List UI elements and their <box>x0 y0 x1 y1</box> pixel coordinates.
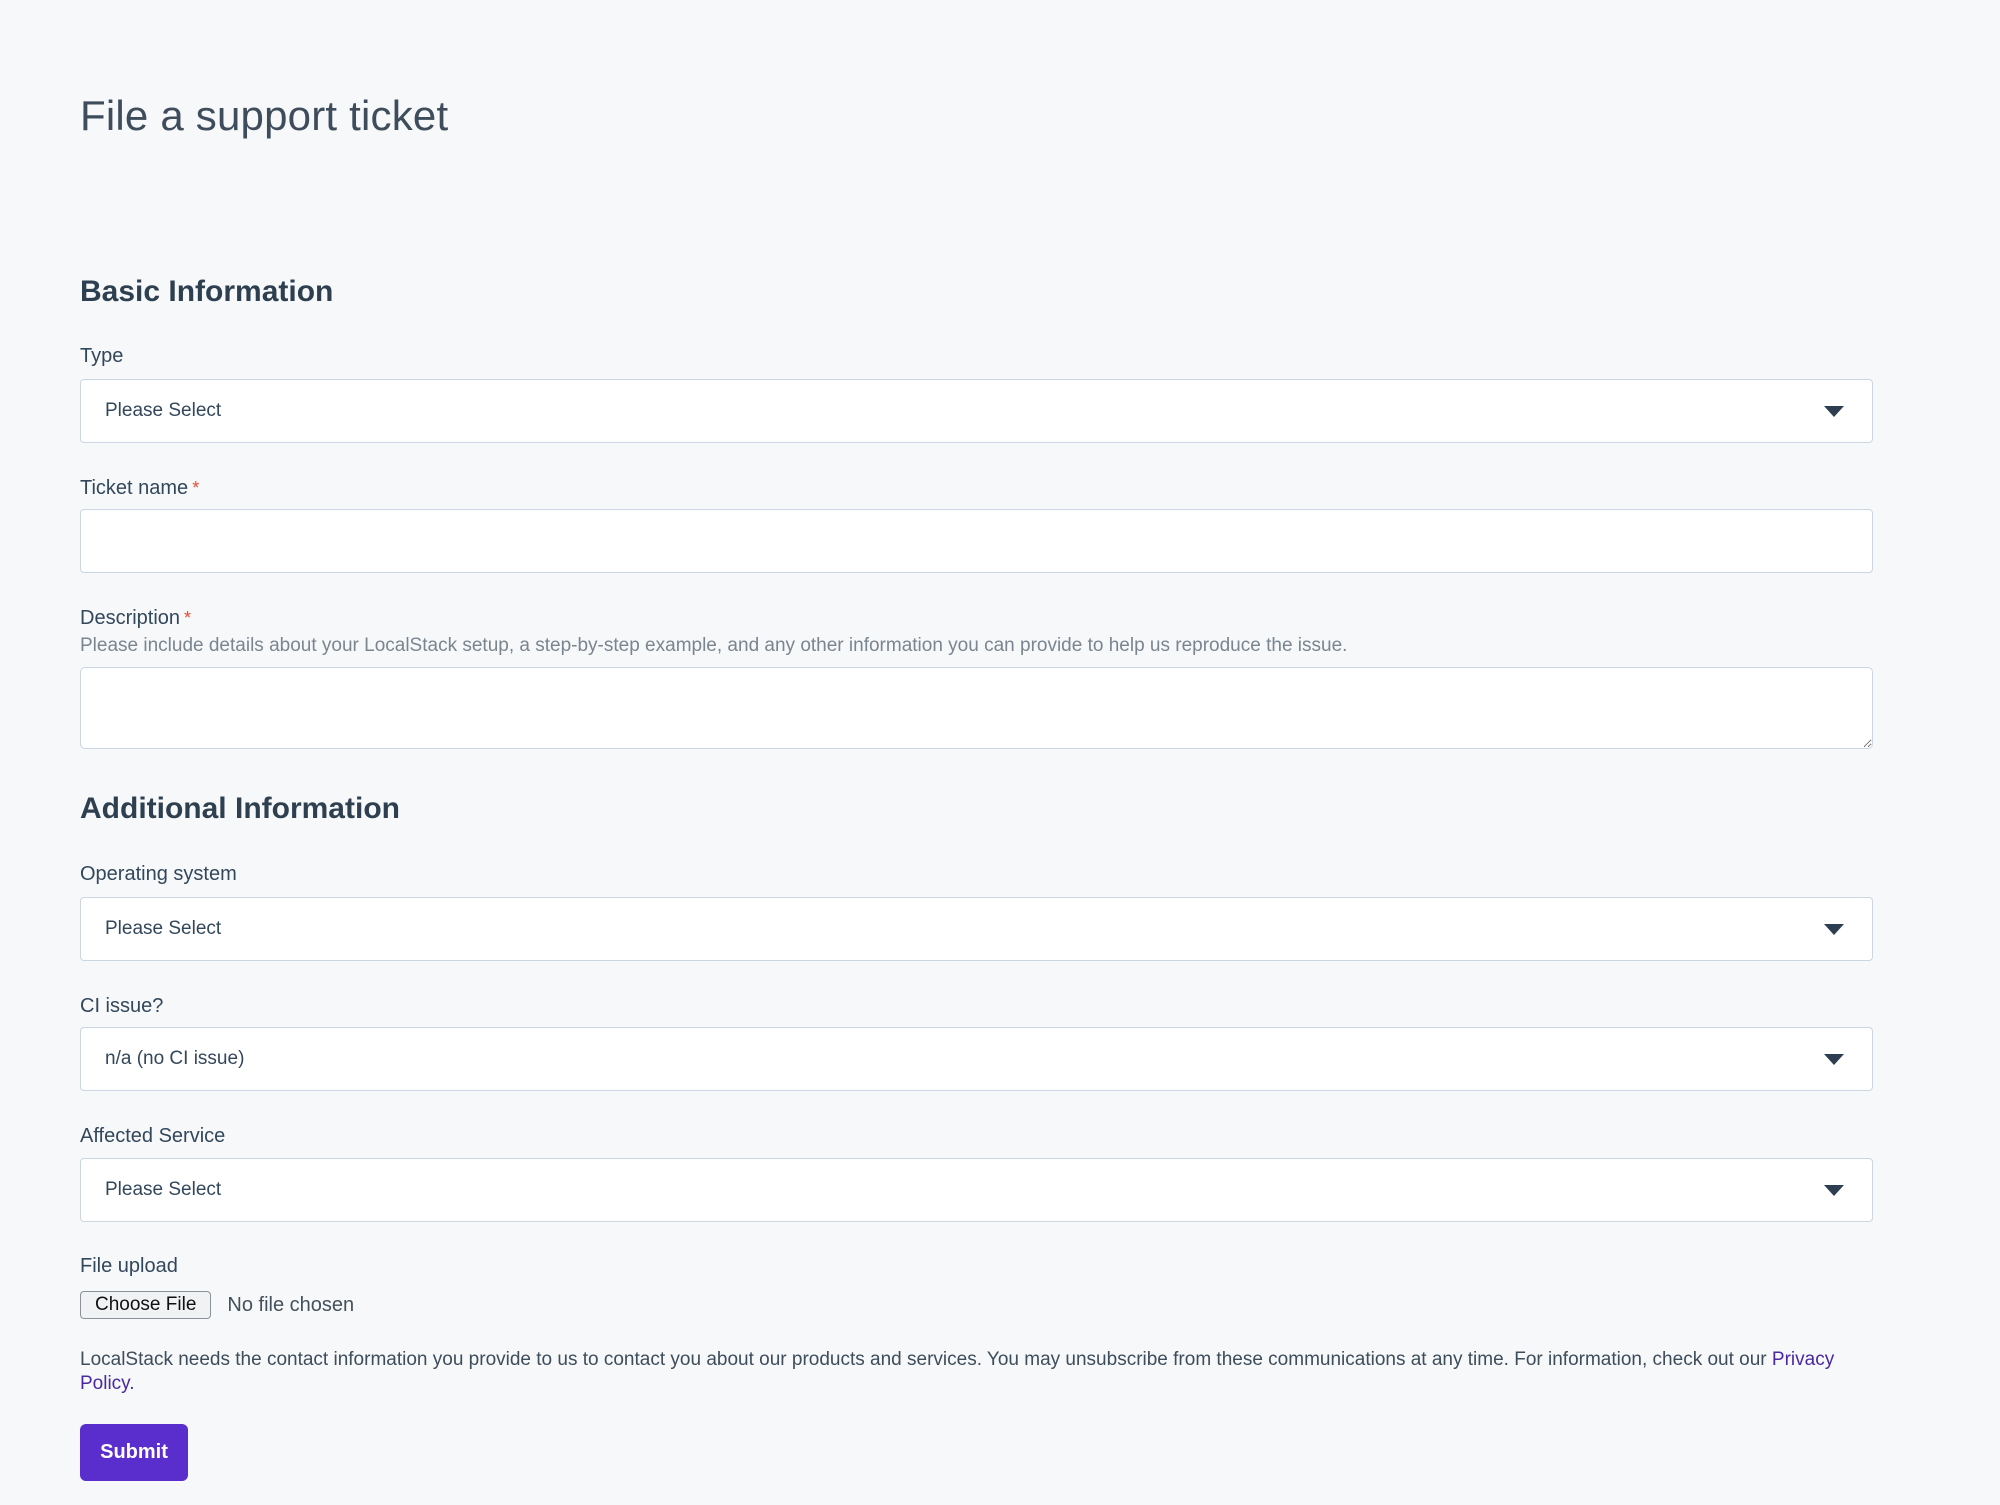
ci-issue-label-text: CI issue? <box>80 995 163 1017</box>
submit-button[interactable]: Submit <box>80 1424 188 1481</box>
operating-system-select[interactable]: Please Select <box>80 897 1873 961</box>
operating-system-select-value: Please Select <box>105 918 221 940</box>
page-title: File a support ticket <box>80 0 1873 140</box>
ticket-name-label: Ticket name* <box>80 476 1873 500</box>
description-helper-text: Please include details about your LocalS… <box>80 634 1873 658</box>
affected-service-select[interactable]: Please Select <box>80 1158 1873 1222</box>
ci-issue-select-value: n/a (no CI issue) <box>105 1048 244 1070</box>
privacy-notice-text: LocalStack needs the contact information… <box>80 1349 1772 1370</box>
section-heading-basic-information: Basic Information <box>80 274 1873 310</box>
privacy-notice-period: . <box>129 1373 134 1394</box>
ci-issue-select[interactable]: n/a (no CI issue) <box>80 1027 1873 1091</box>
description-textarea[interactable] <box>80 667 1873 749</box>
required-asterisk: * <box>192 478 199 498</box>
affected-service-select-value: Please Select <box>105 1179 221 1201</box>
chevron-down-icon <box>1824 1054 1844 1065</box>
file-chosen-status: No file chosen <box>227 1294 354 1317</box>
file-upload-control: Choose File No file chosen <box>80 1291 1873 1319</box>
privacy-notice: LocalStack needs the contact information… <box>80 1348 1873 1396</box>
ticket-name-label-text: Ticket name <box>80 477 188 499</box>
affected-service-label: Affected Service <box>80 1124 1873 1148</box>
type-label-text: Type <box>80 345 123 367</box>
support-ticket-page: File a support ticket Basic Information … <box>0 0 2000 1505</box>
type-select-value: Please Select <box>105 400 221 422</box>
type-label: Type <box>80 344 1873 368</box>
operating-system-label: Operating system <box>80 862 1873 886</box>
operating-system-label-text: Operating system <box>80 863 237 885</box>
chevron-down-icon <box>1824 1185 1844 1196</box>
required-asterisk: * <box>184 608 191 628</box>
ticket-name-input[interactable] <box>80 509 1873 573</box>
chevron-down-icon <box>1824 924 1844 935</box>
file-upload-label-text: File upload <box>80 1255 178 1277</box>
choose-file-button[interactable]: Choose File <box>80 1291 211 1319</box>
type-select[interactable]: Please Select <box>80 379 1873 443</box>
file-upload-label: File upload <box>80 1254 1873 1278</box>
description-label-text: Description <box>80 607 180 629</box>
chevron-down-icon <box>1824 406 1844 417</box>
section-heading-additional-information: Additional Information <box>80 791 1873 827</box>
ci-issue-label: CI issue? <box>80 994 1873 1018</box>
affected-service-label-text: Affected Service <box>80 1125 225 1147</box>
description-label: Description* <box>80 606 1873 630</box>
